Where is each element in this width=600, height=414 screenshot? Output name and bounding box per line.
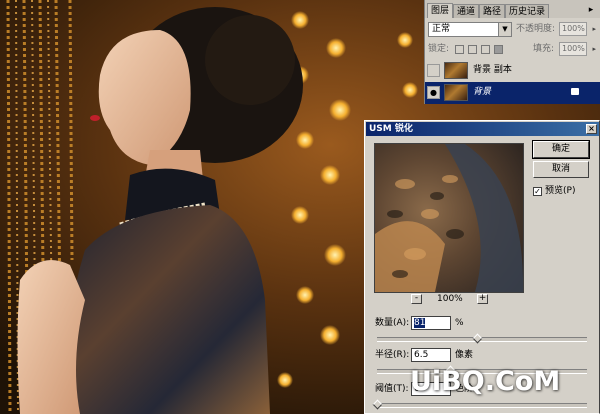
chevron-right-icon: ▸: [592, 45, 596, 53]
zoom-in-button[interactable]: +: [477, 294, 488, 304]
sharpen-preview[interactable]: [374, 143, 524, 293]
blend-row: 正常 ▼ 不透明度: 100% ▸: [425, 20, 600, 40]
opacity-input[interactable]: 100% ▸: [559, 22, 596, 36]
amount-slider[interactable]: [377, 333, 587, 344]
radius-label: 半径(R):: [375, 350, 410, 360]
threshold-slider[interactable]: [372, 399, 587, 410]
eye-icon[interactable]: ●: [427, 86, 440, 99]
amount-input[interactable]: 81: [411, 316, 451, 330]
dialog-titlebar[interactable]: USM 锐化 ×: [366, 122, 599, 136]
layer-name: 背景: [473, 87, 492, 97]
slider-thumb[interactable]: [372, 399, 383, 410]
preview-label: 预览(P): [545, 186, 576, 196]
amount-value: 81: [414, 318, 426, 328]
lock-all-icon[interactable]: [494, 45, 503, 54]
lock-icon: [571, 88, 579, 95]
lock-transparent-icon[interactable]: [455, 45, 464, 54]
cancel-button[interactable]: 取消: [533, 161, 589, 178]
preview-image: [375, 144, 523, 292]
layer-thumbnail: [444, 62, 468, 79]
blend-mode-value: 正常: [432, 24, 451, 34]
tab-paths[interactable]: 路径: [479, 4, 506, 18]
lock-row: 锁定: 填充: 100% ▸: [425, 40, 600, 60]
lock-move-icon[interactable]: [481, 45, 490, 54]
layer-name: 背景 副本: [473, 65, 512, 75]
preview-checkbox[interactable]: ✓ 预览(P): [533, 185, 575, 197]
zoom-level: 100%: [437, 294, 463, 304]
tab-history[interactable]: 历史记录: [505, 4, 550, 18]
opacity-label: 不透明度:: [516, 24, 556, 34]
radius-unit: 像素: [455, 350, 474, 360]
tab-layers[interactable]: 图层: [427, 3, 454, 18]
layer-row-background-copy[interactable]: 背景 副本: [425, 60, 600, 82]
amount-unit: %: [455, 318, 464, 328]
radius-value: 6.5: [414, 350, 429, 360]
zoom-out-button[interactable]: -: [411, 294, 422, 304]
visibility-toggle[interactable]: [427, 64, 440, 77]
opacity-value: 100%: [562, 24, 585, 33]
checkmark-icon[interactable]: ✓: [533, 187, 542, 196]
fill-input[interactable]: 100% ▸: [559, 42, 596, 56]
ok-button[interactable]: 确定: [532, 140, 590, 159]
slider-thumb[interactable]: [472, 333, 483, 344]
layers-panel: 图层 通道 路径 历史记录 ▸ 正常 ▼ 不透明度: 100% ▸ 锁定: 填充…: [424, 0, 600, 104]
blend-mode-select[interactable]: 正常 ▼: [428, 22, 512, 37]
close-icon[interactable]: ×: [586, 124, 597, 134]
chevron-right-icon: ▸: [592, 25, 596, 33]
amount-label: 数量(A):: [375, 318, 410, 328]
layer-thumbnail: [444, 84, 468, 101]
dialog-title: USM 锐化: [369, 124, 413, 134]
menu-arrow-icon[interactable]: ▸: [585, 4, 597, 16]
chevron-down-icon: ▼: [498, 23, 511, 36]
layers-tabs: 图层 通道 路径 历史记录 ▸: [425, 0, 600, 18]
site-watermark: UiBQ.CoM: [410, 366, 561, 397]
radius-input[interactable]: 6.5: [411, 348, 451, 362]
lock-label: 锁定:: [428, 44, 450, 54]
fill-label: 填充:: [533, 44, 555, 54]
fill-value: 100%: [562, 44, 585, 53]
lock-paint-icon[interactable]: [468, 45, 477, 54]
threshold-label: 阈值(T):: [375, 384, 409, 394]
layer-row-background[interactable]: ● 背景: [425, 82, 600, 104]
tab-channels[interactable]: 通道: [453, 4, 480, 18]
